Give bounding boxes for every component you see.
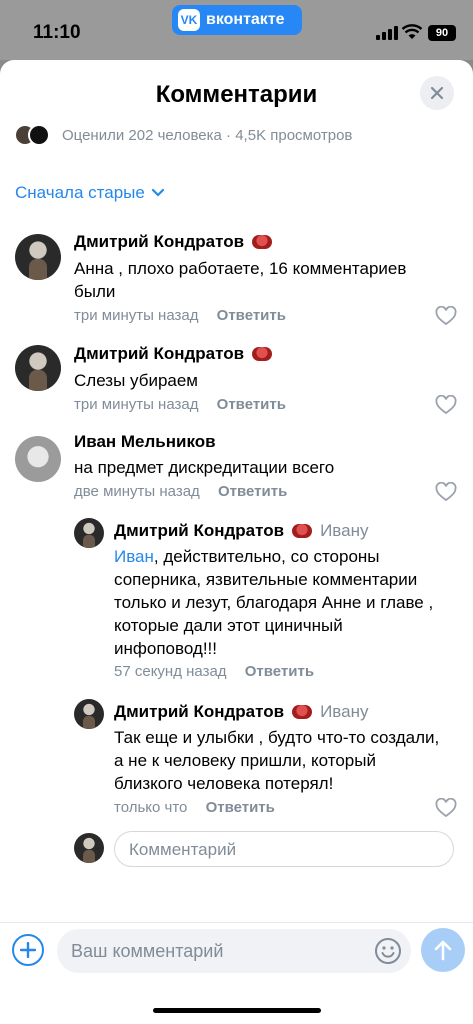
reply-meta: только что Ответить	[114, 799, 275, 816]
reply-button[interactable]: Ответить	[217, 307, 286, 324]
comment-text: Анна , плохо работаете, 16 комментариев …	[74, 259, 407, 301]
comment-time: две минуты назад	[74, 483, 200, 500]
badge-icon	[292, 705, 313, 719]
author-name: Дмитрий Кондратов	[114, 521, 285, 540]
reply-author[interactable]: Дмитрий Кондратов Ивану	[114, 521, 368, 541]
author-name: Дмитрий Кондратов	[74, 344, 245, 363]
comment-time: только что	[114, 799, 188, 816]
sheet-title: Комментарии	[155, 81, 318, 108]
heart-icon[interactable]	[435, 482, 457, 502]
vk-logo-icon: VK	[178, 9, 200, 31]
app-return-label: вконтакте	[206, 11, 285, 28]
reply-to-label: Ивану	[320, 702, 369, 721]
heart-icon[interactable]	[435, 395, 457, 415]
cellular-signal-icon	[376, 26, 398, 40]
author-name: Дмитрий Кондратов	[74, 232, 245, 251]
home-indicator	[153, 1008, 321, 1013]
liker-avatars	[14, 124, 54, 146]
sort-dropdown[interactable]: Сначала старые	[15, 183, 165, 203]
emoji-icon[interactable]	[374, 937, 402, 965]
status-time: 11:10	[33, 22, 81, 43]
comment-time: 57 секунд назад	[114, 663, 227, 680]
avatar[interactable]	[15, 436, 61, 482]
comment-text: Слезы убираем	[74, 371, 198, 390]
comment-meta: две минуты назад Ответить	[74, 483, 287, 500]
avatar[interactable]	[15, 345, 61, 391]
badge-icon	[292, 524, 313, 538]
status-bar: 11:10 VK вконтакте 90	[0, 0, 473, 60]
reply-button[interactable]: Ответить	[218, 483, 287, 500]
reply-text: Иван, действительно, со стороны соперник…	[114, 545, 444, 660]
heart-icon[interactable]	[435, 306, 457, 326]
comment-time: три минуты назад	[74, 396, 199, 413]
reply-body: , действительно, со стороны соперника, я…	[114, 547, 434, 658]
reply-author[interactable]: Дмитрий Кондратов Ивану	[114, 702, 368, 722]
mention-link[interactable]: Иван	[114, 547, 154, 566]
reply-button[interactable]: Ответить	[206, 799, 275, 816]
comment-author[interactable]: Дмитрий Кондратов	[74, 232, 273, 252]
sort-label: Сначала старые	[15, 183, 145, 202]
avatar[interactable]	[15, 234, 61, 280]
comments-sheet: Комментарии Оценили 202 человека · 4,5K …	[0, 60, 473, 1024]
wifi-icon	[401, 24, 423, 39]
attach-button[interactable]	[12, 934, 44, 966]
app-return-pill[interactable]: VK вконтакте	[172, 5, 302, 35]
close-button[interactable]	[420, 76, 454, 110]
likes-summary-text: Оценили 202 человека · 4,5K просмотров	[62, 126, 353, 144]
plus-icon	[20, 942, 36, 958]
comment-time: три минуты назад	[74, 307, 199, 324]
author-name: Дмитрий Кондратов	[114, 702, 285, 721]
author-name: Иван Мельников	[74, 432, 216, 451]
avatar[interactable]	[74, 518, 104, 548]
comment-text: на предмет дискредитации всего	[74, 458, 335, 477]
comment-input[interactable]: Ваш комментарий	[57, 929, 411, 973]
likes-summary-row[interactable]: Оценили 202 человека · 4,5K просмотров	[14, 124, 352, 146]
reply-to-label: Ивану	[320, 521, 369, 540]
badge-icon	[252, 347, 273, 361]
comment-author[interactable]: Иван Мельников	[74, 432, 216, 452]
battery-indicator: 90	[428, 25, 456, 41]
chevron-down-icon	[151, 188, 164, 197]
reply-meta: 57 секунд назад Ответить	[114, 663, 314, 680]
avatar[interactable]	[74, 699, 104, 729]
thread-reply-input[interactable]: Комментарий	[114, 831, 454, 867]
reply-text: Так еще и улыбки , будто что-то создали,…	[114, 728, 440, 793]
reply-button[interactable]: Ответить	[217, 396, 286, 413]
comment-author[interactable]: Дмитрий Кондратов	[74, 344, 273, 364]
comment-meta: три минуты назад Ответить	[74, 396, 286, 413]
badge-icon	[252, 235, 273, 249]
arrow-up-icon	[434, 940, 452, 961]
close-icon	[430, 86, 444, 100]
reply-button[interactable]: Ответить	[245, 663, 314, 680]
heart-icon[interactable]	[435, 798, 457, 818]
comment-meta: три минуты назад Ответить	[74, 307, 286, 324]
avatar	[74, 833, 104, 863]
send-button[interactable]	[421, 928, 465, 972]
